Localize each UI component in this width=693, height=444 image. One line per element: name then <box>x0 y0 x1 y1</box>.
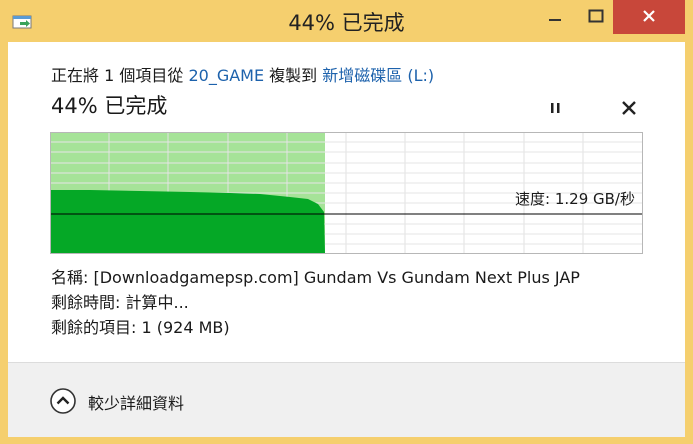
source-folder-link[interactable]: 20_GAME <box>188 66 264 85</box>
time-remaining-row: 剩餘時間: 計算中... <box>51 293 189 312</box>
transfer-speed-graph: 速度: 1.29 GB/秒 <box>50 132 643 254</box>
speed-history-area <box>51 190 325 253</box>
copy-prefix: 正在將 1 個項目從 <box>51 66 184 85</box>
fewer-details-label[interactable]: 較少詳細資料 <box>88 390 184 414</box>
maximize-icon <box>588 8 604 27</box>
copy-progress-window: 44% 已完成 正在將 1 個項目從 20_GAME 複製到 新增磁碟區 (L:… <box>0 0 693 444</box>
close-window-button[interactable] <box>613 0 685 34</box>
maximize-button[interactable] <box>579 0 613 34</box>
cancel-copy-button[interactable] <box>616 95 642 121</box>
progress-heading: 44% 已完成 <box>51 94 168 118</box>
close-icon <box>642 8 656 27</box>
minimize-icon <box>548 8 562 27</box>
chevron-up-circle-icon <box>49 388 77 419</box>
minimize-button[interactable] <box>531 0 579 34</box>
copy-middle: 複製到 <box>269 66 318 85</box>
destination-drive-link[interactable]: 新增磁碟區 (L:) <box>322 66 434 85</box>
title-bar[interactable]: 44% 已完成 <box>0 0 693 42</box>
speed-label: 速度: 1.29 GB/秒 <box>515 190 635 208</box>
dialog-body: 正在將 1 個項目從 20_GAME 複製到 新增磁碟區 (L:) 44% 已完… <box>8 42 685 437</box>
pause-icon <box>543 103 569 125</box>
items-remaining-row: 剩餘的項目: 1 (924 MB) <box>51 318 230 337</box>
pause-button[interactable] <box>543 95 569 121</box>
file-name-row: 名稱: [Downloadgamepsp.com] Gundam Vs Gund… <box>51 268 580 287</box>
dialog-footer: 較少詳細資料 <box>8 362 685 437</box>
details-panel: 名稱: [Downloadgamepsp.com] Gundam Vs Gund… <box>51 266 580 341</box>
close-icon <box>616 101 642 125</box>
fewer-details-toggle[interactable] <box>49 387 77 415</box>
copy-description: 正在將 1 個項目從 20_GAME 複製到 新增磁碟區 (L:) <box>51 62 434 86</box>
